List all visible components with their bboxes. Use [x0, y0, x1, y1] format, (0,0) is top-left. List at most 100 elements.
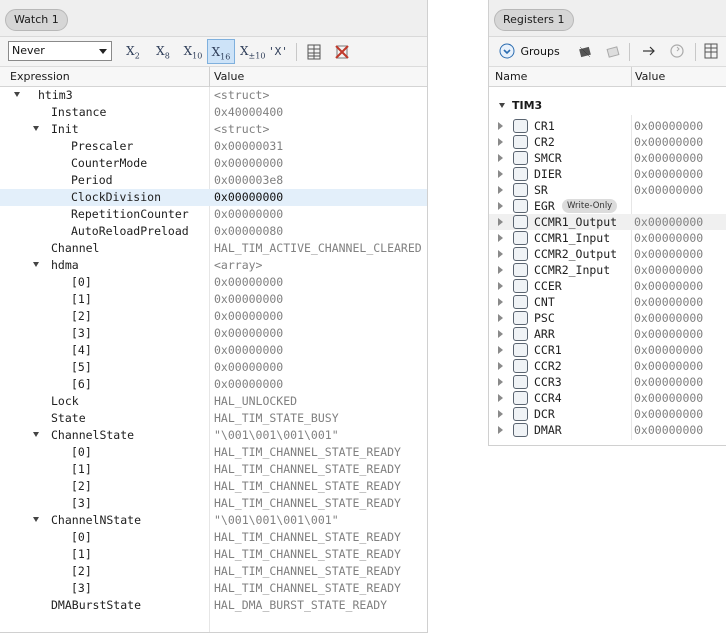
- groups-button[interactable]: Groups: [499, 43, 560, 59]
- columns-view-button[interactable]: [303, 39, 325, 64]
- expand-arrow-icon[interactable]: [498, 426, 503, 434]
- expand-arrow-icon[interactable]: [498, 394, 503, 402]
- expand-icon[interactable]: [33, 517, 39, 522]
- expand-arrow-icon[interactable]: [498, 250, 503, 258]
- expand-arrow-icon[interactable]: [498, 282, 503, 290]
- watch-row[interactable]: State HAL_TIM_STATE_BUSY: [0, 410, 427, 427]
- watch-row[interactable]: ChannelState "\001\001\001\001": [0, 427, 427, 444]
- columns-view-button[interactable]: [703, 43, 719, 62]
- watch-row[interactable]: [5] 0x00000000: [0, 359, 427, 376]
- watch-row[interactable]: [0] 0x00000000: [0, 274, 427, 291]
- register-row[interactable]: ARR 0x00000000: [489, 326, 726, 342]
- expand-icon[interactable]: [33, 432, 39, 437]
- watch-row[interactable]: ChannelNState "\001\001\001\001": [0, 512, 427, 529]
- chip-view-button[interactable]: [577, 45, 593, 62]
- expand-arrow-icon[interactable]: [498, 410, 503, 418]
- watch-row[interactable]: [1] HAL_TIM_CHANNEL_STATE_READY: [0, 461, 427, 478]
- watch-row[interactable]: [2] HAL_TIM_CHANNEL_STATE_READY: [0, 563, 427, 580]
- watch-row[interactable]: [2] 0x00000000: [0, 308, 427, 325]
- expand-icon[interactable]: [33, 262, 39, 267]
- watch-row[interactable]: [3] HAL_TIM_CHANNEL_STATE_READY: [0, 580, 427, 597]
- expand-arrow-icon[interactable]: [498, 218, 503, 226]
- register-row[interactable]: SMCR 0x00000000: [489, 150, 726, 166]
- watch-row[interactable]: [3] 0x00000000: [0, 325, 427, 342]
- watch-row[interactable]: Instance 0x40000400: [0, 104, 427, 121]
- expand-arrow-icon[interactable]: [498, 170, 503, 178]
- goto-button[interactable]: [641, 44, 657, 61]
- expand-icon[interactable]: [14, 92, 20, 97]
- register-group-tim3[interactable]: TIM3: [499, 99, 542, 112]
- watch-row[interactable]: [2] HAL_TIM_CHANNEL_STATE_READY: [0, 478, 427, 495]
- watch-row[interactable]: [0] HAL_TIM_CHANNEL_STATE_READY: [0, 444, 427, 461]
- column-divider[interactable]: [209, 67, 210, 87]
- register-row[interactable]: DMAR 0x00000000: [489, 422, 726, 438]
- register-row[interactable]: EGR Write-Only: [489, 198, 726, 214]
- watch-row[interactable]: CounterMode 0x00000000: [0, 155, 427, 172]
- watch-row[interactable]: [6] 0x00000000: [0, 376, 427, 393]
- register-row[interactable]: CCR3 0x00000000: [489, 374, 726, 390]
- watch-row[interactable]: [3] HAL_TIM_CHANNEL_STATE_READY: [0, 495, 427, 512]
- register-row[interactable]: CCER 0x00000000: [489, 278, 726, 294]
- register-row[interactable]: CR2 0x00000000: [489, 134, 726, 150]
- watch-row[interactable]: [1] 0x00000000: [0, 291, 427, 308]
- expand-arrow-icon[interactable]: [498, 298, 503, 306]
- register-row[interactable]: CCMR2_Output 0x00000000: [489, 246, 726, 262]
- register-row[interactable]: CCR4 0x00000000: [489, 390, 726, 406]
- watch-row[interactable]: Channel HAL_TIM_ACTIVE_CHANNEL_CLEARED: [0, 240, 427, 257]
- expand-arrow-icon[interactable]: [498, 186, 503, 194]
- refresh-mode-dropdown[interactable]: Never: [8, 41, 112, 61]
- refresh-button[interactable]: [669, 43, 685, 62]
- register-row[interactable]: PSC 0x00000000: [489, 310, 726, 326]
- registers-tab[interactable]: Registers 1: [494, 9, 574, 31]
- watch-row[interactable]: [4] 0x00000000: [0, 342, 427, 359]
- expand-arrow-icon[interactable]: [498, 314, 503, 322]
- expand-arrow-icon[interactable]: [498, 154, 503, 162]
- watch-row[interactable]: hdma <array>: [0, 257, 427, 274]
- decimal-format-button[interactable]: X10: [182, 39, 204, 64]
- watch-row[interactable]: Lock HAL_UNLOCKED: [0, 393, 427, 410]
- register-row[interactable]: CR1 0x00000000: [489, 118, 726, 134]
- watch-row[interactable]: Prescaler 0x00000031: [0, 138, 427, 155]
- register-row[interactable]: CCR2 0x00000000: [489, 358, 726, 374]
- expand-arrow-icon[interactable]: [498, 122, 503, 130]
- column-divider[interactable]: [631, 67, 632, 87]
- watch-tab[interactable]: Watch 1: [5, 9, 68, 31]
- value-column-header[interactable]: Value: [635, 70, 665, 83]
- watch-row[interactable]: AutoReloadPreload 0x00000080: [0, 223, 427, 240]
- expand-arrow-icon[interactable]: [498, 202, 503, 210]
- chip-alt-button[interactable]: [605, 45, 621, 62]
- register-row[interactable]: DIER 0x00000000: [489, 166, 726, 182]
- octal-format-button[interactable]: X8: [154, 39, 172, 64]
- expand-icon[interactable]: [33, 126, 39, 131]
- expand-arrow-icon[interactable]: [498, 234, 503, 242]
- signed-decimal-format-button[interactable]: X±10: [240, 39, 265, 64]
- value-column-header[interactable]: Value: [214, 70, 244, 83]
- register-row[interactable]: CCR1 0x00000000: [489, 342, 726, 358]
- expand-arrow-icon[interactable]: [498, 378, 503, 386]
- char-format-button[interactable]: 'X': [268, 39, 288, 64]
- register-row[interactable]: CCMR1_Output 0x00000000: [489, 214, 726, 230]
- register-row[interactable]: CCMR1_Input 0x00000000: [489, 230, 726, 246]
- remove-all-button[interactable]: [331, 39, 353, 64]
- watch-row[interactable]: ClockDivision 0x00000000: [0, 189, 427, 206]
- expand-arrow-icon[interactable]: [498, 330, 503, 338]
- register-row[interactable]: SR 0x00000000: [489, 182, 726, 198]
- register-row[interactable]: CCMR2_Input 0x00000000: [489, 262, 726, 278]
- register-row[interactable]: DCR 0x00000000: [489, 406, 726, 422]
- expand-arrow-icon[interactable]: [498, 266, 503, 274]
- expand-arrow-icon[interactable]: [498, 138, 503, 146]
- watch-row[interactable]: DMABurstState HAL_DMA_BURST_STATE_READY: [0, 597, 427, 614]
- watch-row[interactable]: Period 0x000003e8: [0, 172, 427, 189]
- hex-format-button[interactable]: X16: [207, 39, 235, 64]
- watch-row[interactable]: RepetitionCounter 0x00000000: [0, 206, 427, 223]
- watch-row[interactable]: [1] HAL_TIM_CHANNEL_STATE_READY: [0, 546, 427, 563]
- expand-arrow-icon[interactable]: [498, 362, 503, 370]
- expression-column-header[interactable]: Expression: [10, 70, 70, 83]
- expand-arrow-icon[interactable]: [498, 346, 503, 354]
- binary-format-button[interactable]: X2: [124, 39, 142, 64]
- watch-row[interactable]: [0] HAL_TIM_CHANNEL_STATE_READY: [0, 529, 427, 546]
- watch-row[interactable]: Init <struct>: [0, 121, 427, 138]
- register-row[interactable]: CNT 0x00000000: [489, 294, 726, 310]
- name-column-header[interactable]: Name: [495, 70, 527, 83]
- watch-row[interactable]: htim3 <struct>: [0, 87, 427, 104]
